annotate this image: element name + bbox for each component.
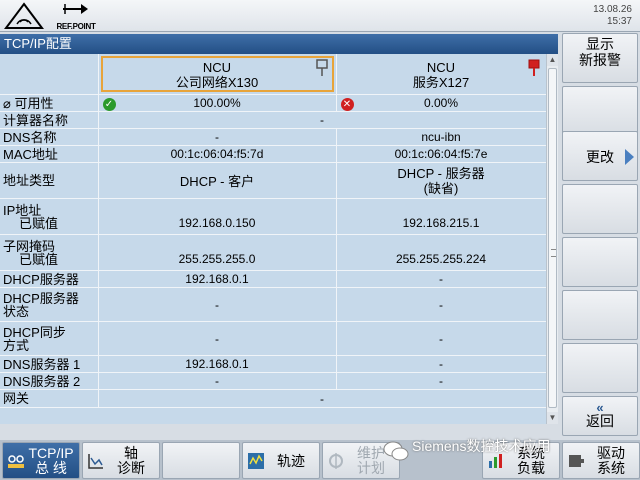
row-subnet: 子网掩码 已赋值 255.255.255.0 255.255.255.224: [0, 234, 546, 271]
row-dhcp-sync: DHCP同步 方式 - -: [0, 321, 546, 356]
trace-icon: [248, 453, 264, 469]
row-dhcp-state: DHCP服务器 状态 - -: [0, 287, 546, 322]
row-computer-name: 计算器名称 -: [0, 111, 546, 129]
trace-button[interactable]: 轨迹: [242, 442, 320, 479]
arrow-right-icon: [625, 149, 634, 165]
row-gateway: 网关 -: [0, 389, 546, 408]
scroll-up-arrow-icon[interactable]: ▲: [547, 54, 558, 66]
date-text: 13.08.26: [593, 4, 632, 15]
scroll-down-arrow-icon[interactable]: ▼: [547, 412, 558, 424]
softkey-v5[interactable]: [562, 237, 638, 287]
softkey-v7[interactable]: [562, 343, 638, 393]
axis-diagnosis-button[interactable]: 轴 诊断: [82, 442, 160, 479]
row-address-type: 地址类型 DHCP - 客户 DHCP - 服务器 (缺省): [0, 162, 546, 199]
refpoint-icon: [63, 4, 88, 14]
softkey-v2[interactable]: [562, 86, 638, 136]
refpoint-label: REF.POINT: [56, 22, 96, 31]
show-new-alarms-button[interactable]: 显示 新报警: [562, 33, 638, 83]
row-dns1: DNS服务器 1 192.168.0.1 -: [0, 355, 546, 373]
network-plug-icon: [315, 59, 328, 76]
window-title: TCP/IP配置: [0, 34, 558, 54]
time-text: 15:37: [606, 16, 632, 27]
column-header-service[interactable]: NCU 服务X127: [336, 54, 546, 95]
network-bus-icon: [8, 455, 24, 468]
maintenance-wrench-icon: [329, 453, 343, 469]
column-header-company-network[interactable]: NCU 公司网络X130: [98, 54, 337, 95]
disconnected-plug-icon: [528, 59, 539, 76]
error-x-icon: ✕: [340, 98, 354, 111]
drive-icon: [569, 455, 584, 467]
row-dhcp-server: DHCP服务器 192.168.0.1 -: [0, 270, 546, 288]
bottom-spacer: [0, 424, 558, 436]
row-availability: ⌀ 可用性 ✓ 100.00% ✕ 0.00%: [0, 94, 546, 112]
ok-check-icon: ✓: [102, 98, 116, 111]
back-button[interactable]: « 返回: [562, 396, 638, 436]
softkey-v4[interactable]: [562, 184, 638, 234]
change-button[interactable]: 更改: [562, 131, 638, 181]
drive-system-button[interactable]: 驱动 系统: [562, 442, 640, 479]
row-ip: IP地址 已赋值 192.168.0.150 192.168.215.1: [0, 198, 546, 235]
watermark-text: Siemens数控技术应用: [412, 438, 551, 454]
softkey-v6[interactable]: [562, 290, 638, 340]
table-header-row: NCU 公司网络X130 NCU 服务X127: [0, 54, 546, 95]
wechat-watermark-icon: [383, 441, 409, 461]
refpoint-indicator: REF.POINT: [50, 2, 102, 31]
tab-tcpip-bus[interactable]: TCP/IP 总 线: [2, 442, 80, 479]
row-dns-name: DNS名称 - ncu-ibn: [0, 128, 546, 146]
softkey-h3[interactable]: [162, 442, 240, 479]
row-dns2: DNS服务器 2 - -: [0, 372, 546, 390]
alarm-triangle-icon: [4, 2, 44, 29]
top-status-bar: REF.POINT 13.08.26 15:37: [0, 0, 640, 32]
axis-chart-icon: [88, 454, 103, 469]
datetime: 13.08.26 15:37: [593, 4, 632, 28]
tcpip-table: NCU 公司网络X130 NCU 服务X127 ⌀ 可用性 ✓ 100.00% …: [0, 54, 546, 424]
row-mac: MAC地址 00:1c:06:04:f5:7d 00:1c:06:04:f5:7…: [0, 145, 546, 163]
vertical-scrollbar[interactable]: ▲ ▼: [546, 54, 558, 424]
scroll-thumb[interactable]: [548, 68, 557, 408]
double-chevron-left-icon: «: [596, 400, 604, 415]
